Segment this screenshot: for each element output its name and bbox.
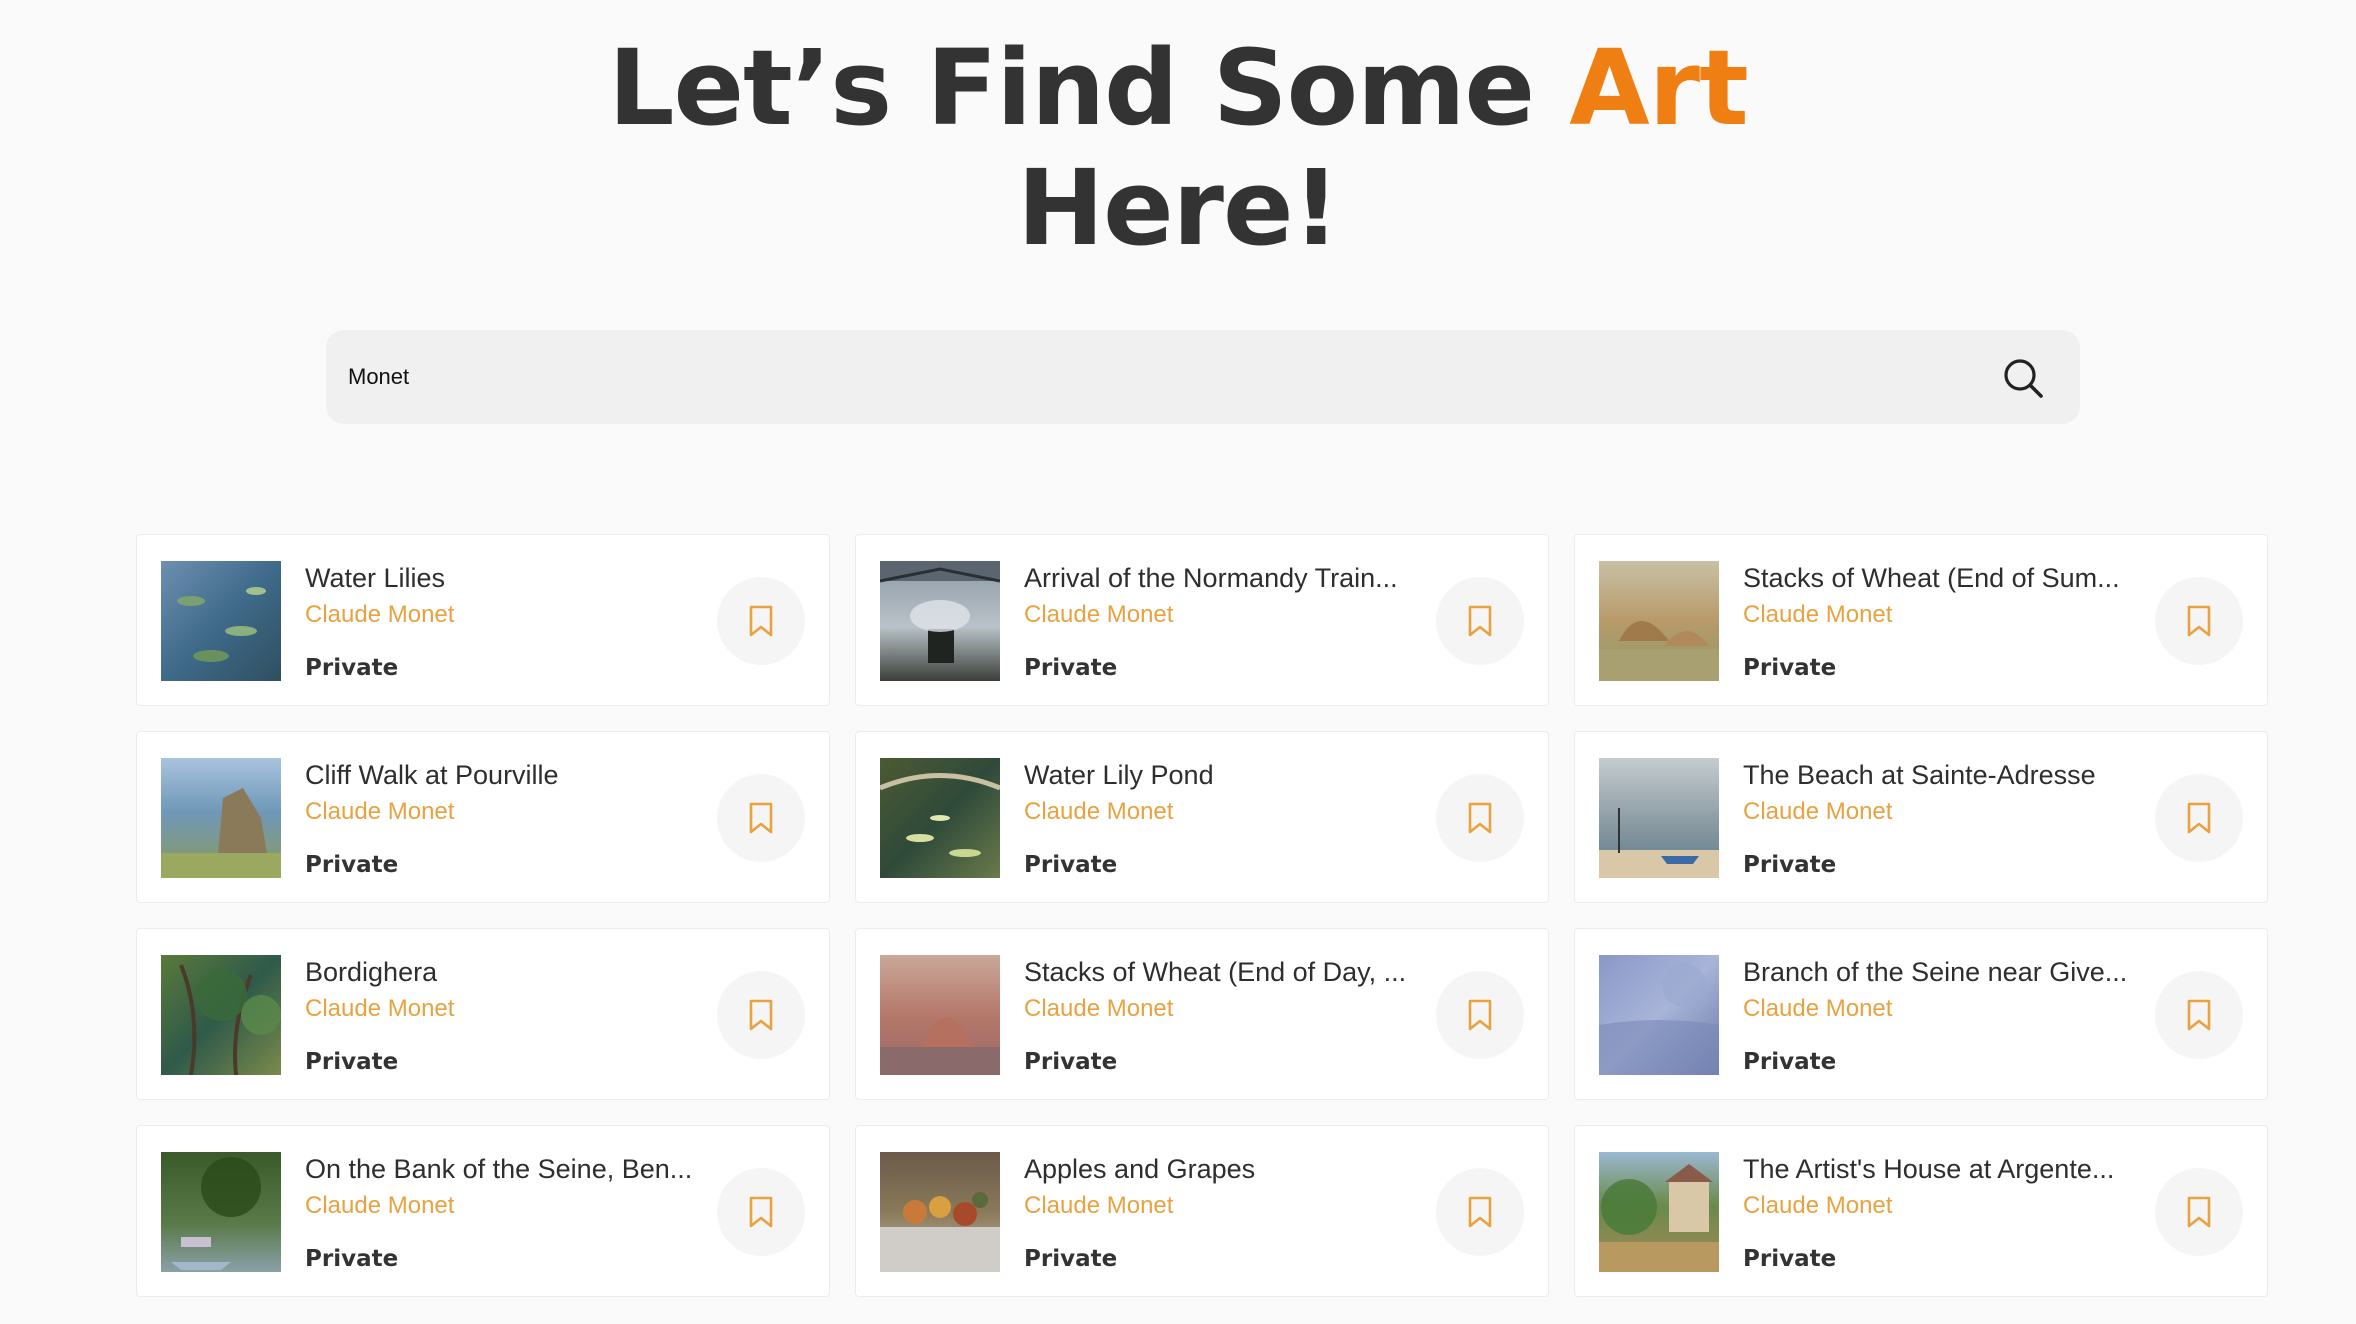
artwork-title[interactable]: Apples and Grapes [1024,1152,1434,1186]
bookmark-button[interactable] [1436,971,1524,1059]
bookmark-button[interactable] [717,774,805,862]
result-card[interactable]: Stacks of Wheat (End of Sum... Claude Mon… [1574,534,2268,706]
artwork-thumbnail[interactable] [1599,955,1719,1075]
search-input[interactable] [348,330,1948,424]
bookmark-icon [2187,605,2211,637]
bookmark-button[interactable] [717,577,805,665]
artwork-artist: Claude Monet [1743,995,1893,1022]
bookmark-button[interactable] [2155,1168,2243,1256]
artwork-status: Private [1743,1049,1837,1075]
bookmark-button[interactable] [2155,577,2243,665]
artwork-thumbnail[interactable] [880,955,1000,1075]
artwork-status: Private [305,1049,399,1075]
artwork-title[interactable]: Stacks of Wheat (End of Day, ... [1024,955,1434,989]
bookmark-icon [1468,1196,1492,1228]
artwork-artist: Claude Monet [305,1192,455,1219]
result-card[interactable]: Branch of the Seine near Give... Claude M… [1574,928,2268,1100]
artwork-title[interactable]: Water Lily Pond [1024,758,1434,792]
artwork-thumbnail[interactable] [1599,758,1719,878]
artwork-thumbnail[interactable] [161,1152,281,1272]
artwork-status: Private [305,655,399,681]
artwork-artist: Claude Monet [1024,798,1174,825]
artwork-status: Private [1024,1246,1118,1272]
results-grid: Water Lilies Claude Monet Private Arrival o… [136,534,2270,1297]
artwork-title[interactable]: The Beach at Sainte-Adresse [1743,758,2153,792]
bookmark-icon [749,802,773,834]
bookmark-icon [749,1196,773,1228]
bookmark-icon [2187,802,2211,834]
bookmark-button[interactable] [717,1168,805,1256]
artwork-title[interactable]: Water Lilies [305,561,715,595]
search-icon[interactable] [2000,355,2046,401]
result-card[interactable]: Water Lilies Claude Monet Private [136,534,830,706]
artwork-artist: Claude Monet [1024,995,1174,1022]
bookmark-icon [749,999,773,1031]
result-card[interactable]: Arrival of the Normandy Train... Claude M… [855,534,1549,706]
artwork-artist: Claude Monet [1024,601,1174,628]
bookmark-button[interactable] [1436,774,1524,862]
artwork-title[interactable]: Bordighera [305,955,715,989]
artwork-artist: Claude Monet [305,995,455,1022]
artwork-status: Private [1024,655,1118,681]
artwork-status: Private [305,852,399,878]
artwork-status: Private [1743,852,1837,878]
artwork-title[interactable]: On the Bank of the Seine, Ben... [305,1152,715,1186]
bookmark-icon [1468,999,1492,1031]
result-card[interactable]: Water Lily Pond Claude Monet Private [855,731,1549,903]
title-line1-prefix: Let’s Find Some [608,26,1570,149]
artwork-title[interactable]: Cliff Walk at Pourville [305,758,715,792]
artwork-title[interactable]: The Artist's House at Argente... [1743,1152,2153,1186]
artwork-artist: Claude Monet [1743,601,1893,628]
result-card[interactable]: On the Bank of the Seine, Ben... Claude M… [136,1125,830,1297]
bookmark-button[interactable] [2155,971,2243,1059]
artwork-title[interactable]: Branch of the Seine near Give... [1743,955,2153,989]
artwork-thumbnail[interactable] [1599,1152,1719,1272]
artwork-thumbnail[interactable] [880,1152,1000,1272]
bookmark-icon [2187,1196,2211,1228]
artwork-title[interactable]: Stacks of Wheat (End of Sum... [1743,561,2153,595]
result-card[interactable]: The Beach at Sainte-Adresse Claude Monet P… [1574,731,2268,903]
artwork-thumbnail[interactable] [161,561,281,681]
result-card[interactable]: Bordighera Claude Monet Private [136,928,830,1100]
bookmark-icon [749,605,773,637]
bookmark-icon [1468,605,1492,637]
artwork-thumbnail[interactable] [161,758,281,878]
artwork-thumbnail[interactable] [1599,561,1719,681]
page-title: Let’s Find Some Art Here! [0,28,2356,268]
artwork-status: Private [1024,852,1118,878]
bookmark-icon [1468,802,1492,834]
artwork-status: Private [305,1246,399,1272]
result-card[interactable]: Stacks of Wheat (End of Day, ... Claude M… [855,928,1549,1100]
title-line2: Here! [1017,146,1340,269]
bookmark-button[interactable] [2155,774,2243,862]
artwork-artist: Claude Monet [1024,1192,1174,1219]
artwork-artist: Claude Monet [1743,1192,1893,1219]
bookmark-button[interactable] [717,971,805,1059]
artwork-thumbnail[interactable] [880,758,1000,878]
artwork-status: Private [1743,1246,1837,1272]
page: Let’s Find Some Art Here! Water Lilies Cl… [0,0,2356,1324]
result-card[interactable]: Apples and Grapes Claude Monet Private [855,1125,1549,1297]
artwork-artist: Claude Monet [305,798,455,825]
bookmark-button[interactable] [1436,1168,1524,1256]
artwork-artist: Claude Monet [305,601,455,628]
artwork-thumbnail[interactable] [880,561,1000,681]
artwork-title[interactable]: Arrival of the Normandy Train... [1024,561,1434,595]
result-card[interactable]: Cliff Walk at Pourville Claude Monet Priva… [136,731,830,903]
artwork-status: Private [1024,1049,1118,1075]
bookmark-icon [2187,999,2211,1031]
search-bar [326,330,2080,424]
artwork-artist: Claude Monet [1743,798,1893,825]
bookmark-button[interactable] [1436,577,1524,665]
artwork-thumbnail[interactable] [161,955,281,1075]
title-accent-word: Art [1569,26,1748,149]
result-card[interactable]: The Artist's House at Argente... Claude M… [1574,1125,2268,1297]
artwork-status: Private [1743,655,1837,681]
